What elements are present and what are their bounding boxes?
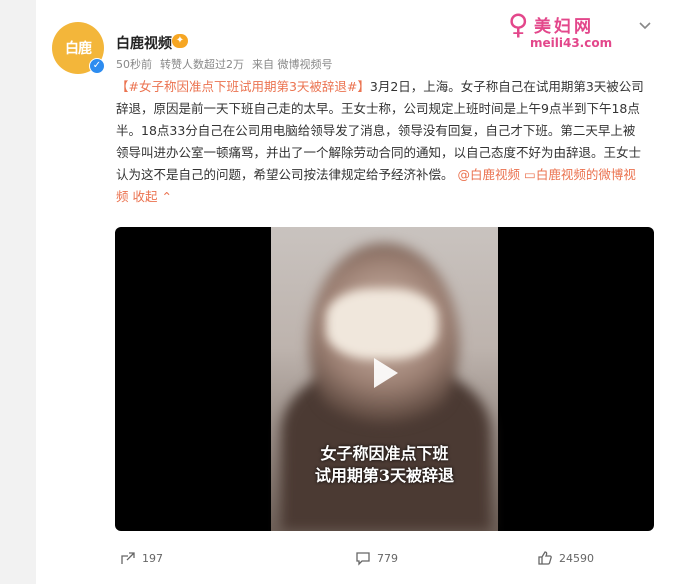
blurred-face-mask [326,289,438,359]
post-time[interactable]: 50秒前 [116,56,152,72]
vip-badge-icon: ✦ [172,34,188,48]
watermark-title: 美妇网 [534,17,594,37]
video-frame: 女子称因准点下班 试用期第3天被辞退 [271,227,498,531]
video-link-icon: ▭ [524,167,536,182]
comment-button[interactable]: 779 [355,550,398,566]
author-name[interactable]: 白鹿视频 [116,33,172,53]
comment-count: 779 [377,551,398,565]
action-bar: 197 779 24590 [115,550,655,572]
post-source[interactable]: 来自 微博视频号 [252,56,333,72]
mention-link[interactable]: @白鹿视频 [458,167,521,182]
watermark-url: meili43.com [530,36,613,50]
share-button[interactable]: 197 [120,550,163,566]
video-caption: 女子称因准点下班 试用期第3天被辞退 [271,443,498,487]
verified-icon: ✓ [89,58,105,74]
repost-summary: 转赞人数超过2万 [160,58,244,71]
video-player[interactable]: 女子称因准点下班 试用期第3天被辞退 [115,227,654,531]
share-icon [121,552,135,564]
caption-line-2: 试用期第3天被辞退 [314,466,455,485]
post-meta: 50秒前 转赞人数超过2万 来自 微博视频号 [116,56,333,72]
collapse-label: 收起 [132,189,158,204]
watermark-logo-icon: ♀ [508,8,529,41]
watermark: ♀ 美妇网 meili43.com [508,8,618,52]
hashtag-link[interactable]: 【#女子称因准点下班试用期第3天被辞退#】 [116,79,370,94]
collapse-button[interactable]: 收起 ⌃ [133,189,172,204]
caption-line-1: 女子称因准点下班 [320,444,449,463]
like-icon [538,551,552,565]
play-icon[interactable] [364,353,404,393]
chevron-up-icon: ⌃ [157,189,172,204]
comment-icon [356,552,370,566]
avatar-text: 白鹿 [65,41,92,57]
like-button[interactable]: 24590 [537,550,594,566]
post-text: 【#女子称因准点下班试用期第3天被辞退#】3月2日，上海。女子称自己在试用期第3… [116,76,646,208]
chevron-down-icon[interactable] [638,18,652,32]
share-count: 197 [142,551,163,565]
like-count: 24590 [559,551,594,565]
